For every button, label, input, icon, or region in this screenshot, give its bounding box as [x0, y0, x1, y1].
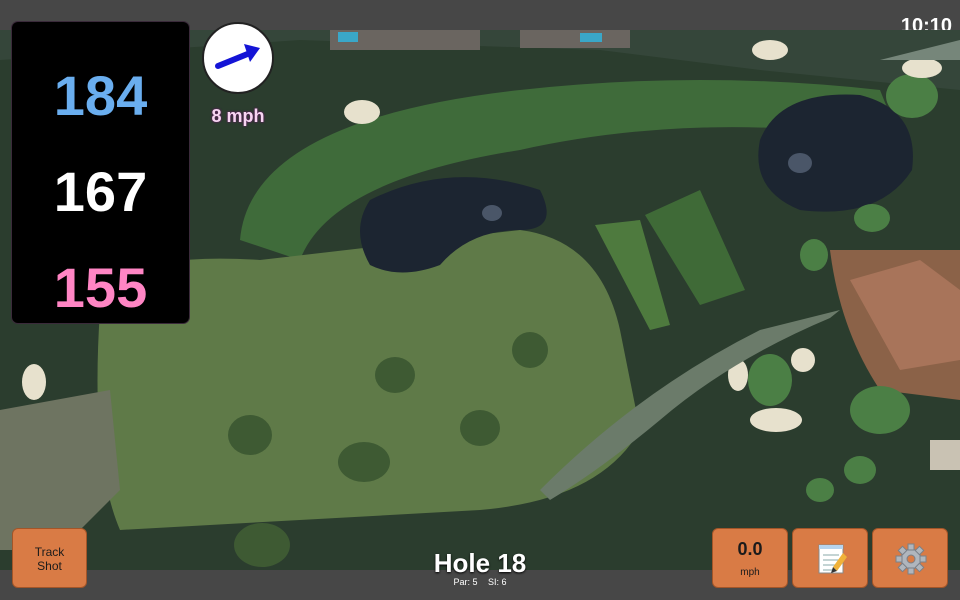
front-distance: 155: [53, 256, 148, 319]
hole-si: SI: 6: [488, 577, 507, 587]
back-distance: 184: [53, 64, 148, 127]
notepad-icon: [818, 544, 847, 574]
speed-unit: mph: [740, 567, 760, 578]
speed-button[interactable]: 0.0 mph: [712, 528, 788, 588]
notes-button[interactable]: [792, 528, 868, 588]
track-shot-label: Track Shot: [34, 545, 65, 573]
middle-distance: 167: [53, 160, 148, 223]
hole-par: Par: 5: [453, 577, 478, 587]
hole-title: Hole 18: [433, 548, 527, 578]
gear-icon: [895, 543, 927, 575]
speed-value: 0.0: [737, 539, 763, 559]
distance-panel: 184 167 155: [12, 22, 189, 323]
settings-button[interactable]: [872, 528, 948, 588]
wind-arrow-icon: [215, 44, 260, 69]
hole-info: Par: 5 SI: 6: [380, 577, 580, 587]
wind-speed-label: 8 mph: [211, 106, 265, 126]
wind-indicator[interactable]: [202, 22, 274, 94]
track-shot-button[interactable]: Track Shot: [12, 528, 87, 588]
